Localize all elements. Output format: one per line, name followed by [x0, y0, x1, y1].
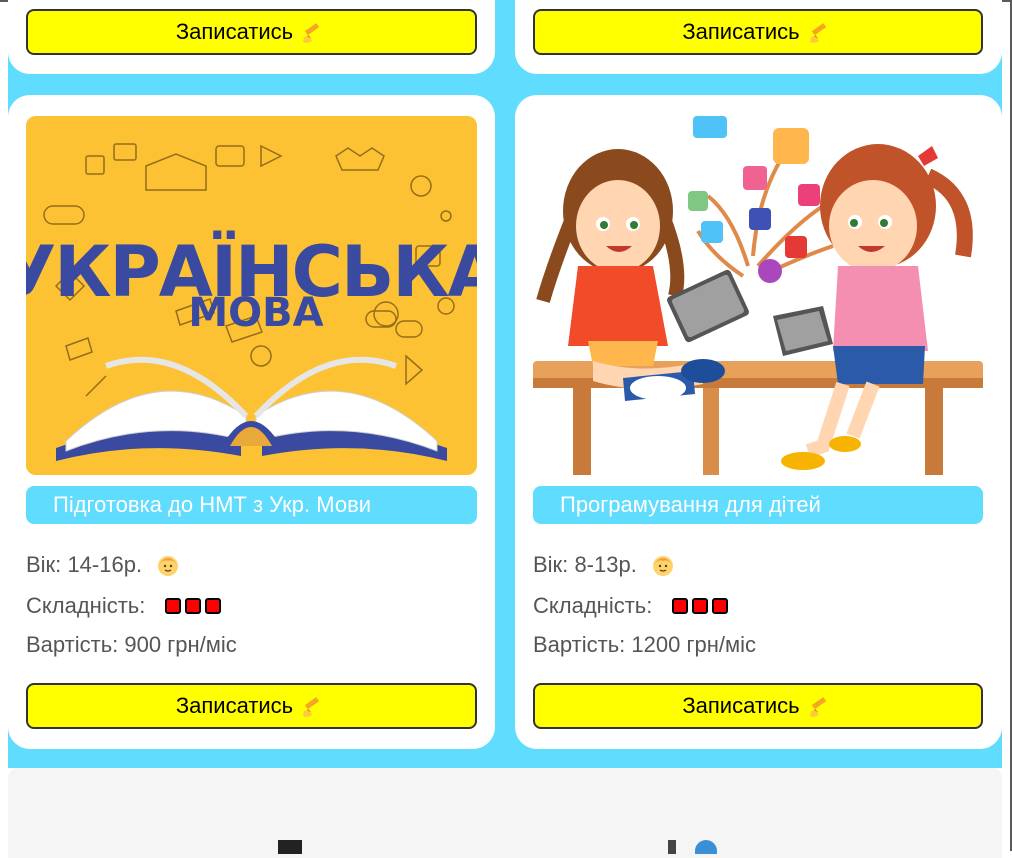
difficulty-dot — [672, 598, 689, 614]
price-row: Вартість: 1200 грн/міс — [533, 630, 756, 660]
price-value: 1200 грн/міс — [631, 632, 756, 657]
course-title: Програмування для дітей — [533, 486, 983, 524]
difficulty-indicator — [672, 598, 729, 614]
enroll-button[interactable]: Записатись — [533, 9, 983, 55]
enroll-button[interactable]: Записатись — [26, 683, 477, 729]
difficulty-dot — [185, 598, 202, 614]
price-label: Вартість: — [533, 632, 626, 657]
difficulty-row: Складність: — [533, 591, 729, 621]
difficulty-dot — [205, 598, 222, 614]
enroll-button[interactable]: Записатись — [533, 683, 983, 729]
age-row: Вік: 8-13р. — [533, 550, 675, 580]
course-title: Підготовка до НМТ з Укр. Мови — [26, 486, 477, 524]
difficulty-dot — [712, 598, 729, 614]
age-label: Вік: — [533, 552, 569, 577]
difficulty-dot — [165, 598, 182, 614]
difficulty-row: Складність: — [26, 591, 222, 621]
writing-hand-icon — [809, 697, 826, 717]
price-row: Вартість: 900 грн/міс — [26, 630, 237, 660]
difficulty-dot — [692, 598, 709, 614]
children-tablets-illustration — [533, 116, 983, 475]
difficulty-label: Складність: — [26, 593, 146, 618]
difficulty-indicator — [165, 598, 222, 614]
child-face-icon — [158, 556, 179, 576]
enroll-button[interactable]: Записатись — [26, 9, 477, 55]
enroll-button-label: Записатись — [682, 19, 800, 44]
writing-hand-icon — [303, 23, 320, 43]
enroll-button-label: Записатись — [175, 693, 294, 718]
enroll-button-label: Записатись — [682, 693, 800, 718]
child-face-icon — [652, 556, 673, 576]
writing-hand-icon — [303, 697, 320, 717]
price-value: 900 грн/міс — [124, 632, 237, 657]
age-value: 14-16р. — [67, 552, 143, 577]
ukrainian-course-image: УКРАЇНСЬКА МОВА — [26, 116, 477, 475]
programming-course-image — [533, 116, 983, 475]
footer-text-fragment — [668, 840, 676, 854]
writing-hand-icon — [809, 23, 826, 43]
footer-text-fragment — [278, 840, 302, 854]
ukrainian-illustration: УКРАЇНСЬКА МОВА — [26, 116, 477, 475]
price-label: Вартість: — [26, 632, 119, 657]
svg-text:МОВА: МОВА — [188, 290, 323, 336]
age-value: 8-13р. — [574, 552, 637, 577]
enroll-button-label: Записатись — [175, 19, 294, 44]
difficulty-label: Складність: — [533, 593, 653, 618]
footer-section — [8, 768, 1002, 858]
age-row: Вік: 14-16р. — [26, 550, 180, 580]
age-label: Вік: — [26, 552, 62, 577]
